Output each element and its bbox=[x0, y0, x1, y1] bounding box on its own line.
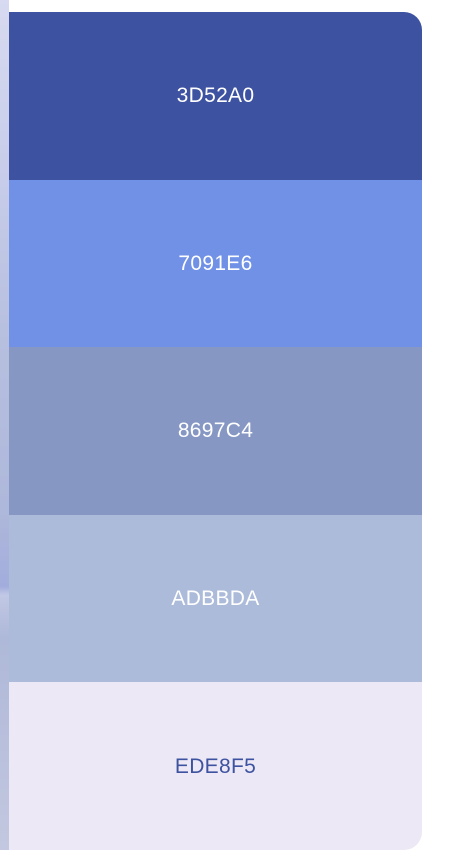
color-palette-card: 3D52A0 7091E6 8697C4 ADBBDA EDE8F5 bbox=[9, 12, 422, 850]
color-swatch[interactable]: EDE8F5 bbox=[9, 682, 422, 850]
swatch-hex-label: 8697C4 bbox=[177, 419, 254, 443]
color-swatch[interactable]: 3D52A0 bbox=[9, 12, 422, 180]
swatch-hex-label: 7091E6 bbox=[178, 251, 253, 275]
background-panel-edge bbox=[0, 0, 9, 850]
swatch-hex-label: ADBBDA bbox=[171, 587, 260, 611]
color-swatch[interactable]: 8697C4 bbox=[9, 347, 422, 515]
swatch-hex-label: 3D52A0 bbox=[176, 84, 255, 108]
color-swatch[interactable]: ADBBDA bbox=[9, 514, 422, 683]
swatch-hex-label: EDE8F5 bbox=[174, 754, 257, 778]
color-swatch[interactable]: 7091E6 bbox=[9, 179, 422, 348]
